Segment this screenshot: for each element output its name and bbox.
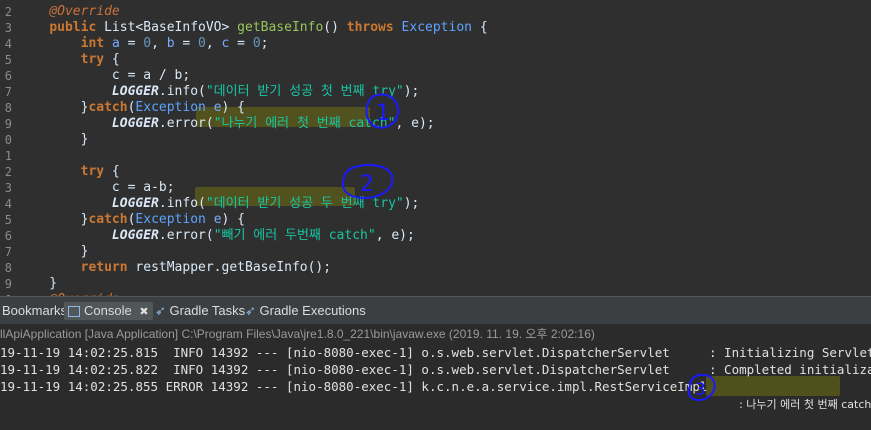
svg-text:2: 2 bbox=[360, 172, 374, 197]
line-number: 9 bbox=[4, 277, 12, 291]
line-number: 5 bbox=[4, 213, 12, 227]
line-number: 5 bbox=[4, 53, 12, 67]
console-launch-path: llApiApplication [Java Application] C:\P… bbox=[0, 324, 871, 344]
code-text: }catch(Exception e) { bbox=[18, 100, 246, 115]
line-number: 2 bbox=[4, 5, 12, 19]
code-line: 8 }catch(Exception e) { bbox=[0, 100, 871, 116]
code-line: 4 int a = 0, b = 0, c = 0; bbox=[0, 36, 871, 52]
code-text: } bbox=[18, 132, 89, 147]
line-number: 6 bbox=[4, 229, 12, 243]
code-line: 2 @Override bbox=[0, 4, 871, 20]
bottom-panel-tabs: Bookmarks Console ✖ ➶ Gradle Tasks ➶ Gra… bbox=[0, 296, 871, 325]
line-number: 2 bbox=[4, 165, 12, 179]
code-line: 5 try { bbox=[0, 52, 871, 68]
tab-bookmarks[interactable]: Bookmarks bbox=[2, 302, 67, 320]
code-line: 7 } bbox=[0, 244, 871, 260]
svg-text:3: 3 bbox=[695, 380, 706, 400]
code-text: public List<BaseInfoVO> getBaseInfo() th… bbox=[49, 20, 488, 35]
console-line: 19-11-19 14:02:25.822 INFO 14392 --- [ni… bbox=[0, 362, 670, 377]
line-number: 7 bbox=[4, 245, 12, 259]
console-output[interactable]: 19-11-19 14:02:25.815 INFO 14392 --- [ni… bbox=[0, 344, 871, 411]
svg-text:1: 1 bbox=[376, 101, 390, 126]
code-line: 8 return restMapper.getBaseInfo(); bbox=[0, 260, 871, 276]
line-number: 8 bbox=[4, 261, 12, 275]
console-icon bbox=[68, 306, 80, 318]
line-number: 3 bbox=[4, 21, 12, 35]
code-line: 4 LOGGER.info("데이터 받기 성공 두 번째 try"); bbox=[0, 196, 871, 212]
code-line: 2 try { bbox=[0, 164, 871, 180]
line-number: 8 bbox=[4, 101, 12, 115]
code-line: 3 public List<BaseInfoVO> getBaseInfo() … bbox=[0, 20, 871, 36]
line-number: 1 bbox=[4, 149, 12, 163]
tab-gradle-executions[interactable]: ➶ Gradle Executions bbox=[245, 302, 366, 320]
code-text: int a = 0, b = 0, c = 0; bbox=[80, 36, 269, 51]
close-icon[interactable]: ✖ bbox=[139, 306, 148, 318]
handwritten-annotation-2: 2 bbox=[342, 163, 394, 199]
tab-gradle-executions-label: Gradle Executions bbox=[259, 303, 366, 318]
gradle-icon: ➶ bbox=[245, 303, 256, 318]
code-line: 3 c = a-b; bbox=[0, 180, 871, 196]
console-line: 19-11-19 14:02:25.815 INFO 14392 --- [ni… bbox=[0, 345, 670, 360]
code-text: c = a-b; bbox=[18, 180, 175, 195]
tab-gradle-tasks-label: Gradle Tasks bbox=[169, 303, 246, 318]
code-line: 1 bbox=[0, 148, 871, 164]
tab-gradle-tasks[interactable]: ➶ Gradle Tasks bbox=[155, 302, 245, 320]
console-message: : Initializing Servlet 'd bbox=[709, 345, 871, 360]
code-line: 6 c = a / b; bbox=[0, 68, 871, 84]
tab-console-label: Console bbox=[84, 303, 132, 318]
code-editor[interactable]: 2 @Override 3 public List<BaseInfoVO> get… bbox=[0, 0, 871, 296]
code-text: }catch(Exception e) { bbox=[18, 212, 246, 227]
line-number: 6 bbox=[4, 69, 12, 83]
code-text: try { bbox=[80, 164, 120, 179]
code-text: } bbox=[18, 244, 89, 259]
code-text: LOGGER.error("빼기 에러 두번째 catch", e); bbox=[111, 228, 415, 243]
code-text: @Override bbox=[49, 4, 120, 19]
code-line: 0 } bbox=[0, 132, 871, 148]
line-number: 0 bbox=[4, 133, 12, 147]
line-number: 7 bbox=[4, 85, 12, 99]
line-number: 9 bbox=[4, 117, 12, 131]
line-number: 4 bbox=[4, 37, 12, 51]
code-line: 7 LOGGER.info("데이터 받기 성공 첫 번째 try"); bbox=[0, 84, 871, 100]
code-text: return restMapper.getBaseInfo(); bbox=[80, 260, 332, 275]
handwritten-annotation-1: 1 bbox=[365, 93, 400, 129]
code-line: 9 LOGGER.error("나누기 에러 첫 번째 catch", e); bbox=[0, 116, 871, 132]
code-text: c = a / b; bbox=[18, 68, 191, 83]
handwritten-annotation-3: 3 bbox=[687, 373, 716, 401]
line-number: 4 bbox=[4, 197, 12, 211]
tab-console[interactable]: Console ✖ bbox=[64, 302, 153, 320]
line-number: 3 bbox=[4, 181, 12, 195]
code-text: try { bbox=[80, 52, 120, 67]
console-message: : 나누기 에러 첫 번째 catch bbox=[709, 378, 871, 411]
console-line: 19-11-19 14:02:25.855 ERROR 14392 --- [n… bbox=[0, 379, 708, 394]
code-text: } bbox=[18, 276, 58, 291]
code-line: 5 }catch(Exception e) { bbox=[0, 212, 871, 228]
gradle-icon: ➶ bbox=[155, 303, 166, 318]
code-line: 6 LOGGER.error("빼기 에러 두번째 catch", e); bbox=[0, 228, 871, 244]
code-line: 9 } bbox=[0, 276, 871, 292]
